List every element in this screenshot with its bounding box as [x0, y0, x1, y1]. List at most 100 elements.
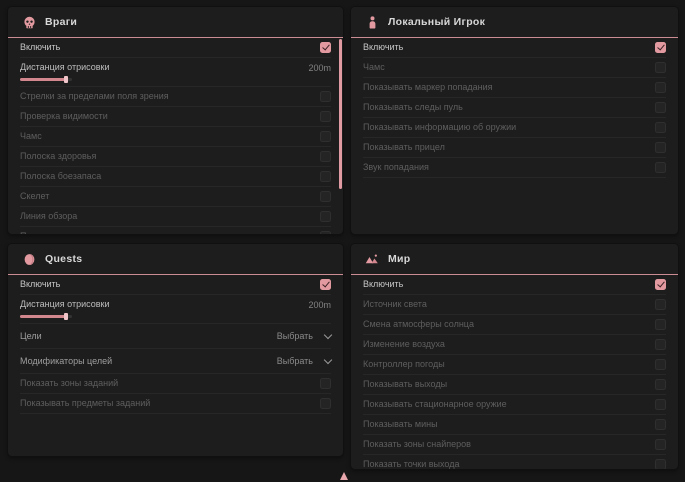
slider[interactable]	[20, 315, 72, 318]
panel-header[interactable]: Локальный Игрок	[351, 7, 678, 38]
select-dropdown[interactable]: Выбрать	[277, 356, 331, 366]
checkbox[interactable]	[320, 279, 331, 290]
setting-row[interactable]: Показывать предметы заданий	[20, 394, 331, 414]
setting-row[interactable]: Показывать следы пуль	[20, 227, 331, 234]
setting-row[interactable]: Включить	[20, 38, 331, 58]
panel-title: Quests	[45, 253, 82, 265]
panel-header[interactable]: Quests	[8, 244, 343, 275]
panel-title: Мир	[388, 253, 411, 265]
panel-header[interactable]: Мир	[351, 244, 678, 275]
setting-row[interactable]: Контроллер погоды	[363, 355, 666, 375]
panel-body: Включить Чамс Показывать маркер попадани…	[351, 38, 678, 178]
checkbox[interactable]	[655, 62, 666, 73]
scrollbar-thumb[interactable]	[339, 39, 342, 189]
setting-row[interactable]: Показывать выходы	[363, 375, 666, 395]
setting-label: Показывать стационарное оружие	[363, 399, 507, 410]
panel-body: Включить Источник света Смена атмосферы …	[351, 275, 678, 469]
checkbox[interactable]	[320, 42, 331, 53]
panel-body: Включить Дистанция отрисовки 200m Цели В…	[8, 275, 343, 414]
setting-label: Включить	[363, 42, 403, 53]
checkbox[interactable]	[320, 171, 331, 182]
setting-row[interactable]: Показывать информацию об оружии	[363, 118, 666, 138]
setting-row[interactable]: Показывать прицел	[363, 138, 666, 158]
checkbox[interactable]	[320, 211, 331, 222]
setting-row[interactable]: Показать точки выхода	[363, 455, 666, 469]
checkbox[interactable]	[655, 42, 666, 53]
setting-row[interactable]: Стрелки за пределами поля зрения	[20, 87, 331, 107]
setting-label: Линия обзора	[20, 211, 77, 222]
checkbox[interactable]	[320, 378, 331, 389]
setting-row[interactable]: Линия обзора	[20, 207, 331, 227]
person-icon	[365, 15, 379, 29]
setting-label: Изменение воздуха	[363, 339, 445, 350]
slider[interactable]	[20, 78, 72, 81]
slider-fill	[20, 78, 66, 81]
setting-label: Полоска здоровья	[20, 151, 96, 162]
checkbox[interactable]	[320, 131, 331, 142]
setting-label: Чамс	[363, 62, 385, 73]
checkbox[interactable]	[320, 111, 331, 122]
setting-row[interactable]: Скелет	[20, 187, 331, 207]
select-label: Модификаторы целей	[20, 356, 112, 367]
setting-label: Включить	[363, 279, 403, 290]
select-row[interactable]: Цели Выбрать	[20, 324, 331, 349]
checkbox[interactable]	[655, 162, 666, 173]
setting-label: Показывать выходы	[363, 379, 447, 390]
setting-row[interactable]: Чамс	[20, 127, 331, 147]
setting-row[interactable]: Включить	[363, 38, 666, 58]
slider-row: Дистанция отрисовки 200m	[20, 58, 331, 87]
setting-label: Чамс	[20, 131, 42, 142]
setting-row[interactable]: Включить	[363, 275, 666, 295]
checkbox[interactable]	[655, 319, 666, 330]
checkbox[interactable]	[655, 359, 666, 370]
slider-row: Дистанция отрисовки 200m	[20, 295, 331, 324]
checkbox[interactable]	[655, 102, 666, 113]
setting-label: Контроллер погоды	[363, 359, 445, 370]
setting-row[interactable]: Полоска боезапаса	[20, 167, 331, 187]
checkbox[interactable]	[320, 151, 331, 162]
slider-label: Дистанция отрисовки	[20, 299, 110, 310]
mountain-icon	[365, 252, 379, 266]
setting-label: Показать точки выхода	[363, 459, 459, 469]
panel-header[interactable]: Враги	[8, 7, 343, 38]
slider-knob[interactable]	[64, 76, 68, 83]
checkbox[interactable]	[655, 142, 666, 153]
checkbox[interactable]	[655, 122, 666, 133]
checkbox[interactable]	[655, 82, 666, 93]
setting-row[interactable]: Изменение воздуха	[363, 335, 666, 355]
setting-row[interactable]: Смена атмосферы солнца	[363, 315, 666, 335]
checkbox[interactable]	[655, 279, 666, 290]
checkbox[interactable]	[655, 339, 666, 350]
setting-row[interactable]: Показать зоны заданий	[20, 374, 331, 394]
checkbox[interactable]	[655, 379, 666, 390]
setting-label: Показать зоны снайперов	[363, 439, 471, 450]
checkbox[interactable]	[655, 419, 666, 430]
setting-label: Звук попадания	[363, 162, 429, 173]
select-current-value: Выбрать	[277, 331, 313, 341]
setting-row[interactable]: Источник света	[363, 295, 666, 315]
setting-row[interactable]: Чамс	[363, 58, 666, 78]
setting-row[interactable]: Включить	[20, 275, 331, 295]
checkbox[interactable]	[320, 91, 331, 102]
checkbox[interactable]	[320, 191, 331, 202]
checkbox[interactable]	[655, 439, 666, 450]
checkbox[interactable]	[655, 399, 666, 410]
checkbox[interactable]	[655, 459, 666, 469]
setting-row[interactable]: Показывать мины	[363, 415, 666, 435]
slider-knob[interactable]	[64, 313, 68, 320]
checkbox[interactable]	[655, 299, 666, 310]
select-dropdown[interactable]: Выбрать	[277, 331, 331, 341]
setting-row[interactable]: Проверка видимости	[20, 107, 331, 127]
skull-icon	[22, 15, 36, 29]
setting-row[interactable]: Полоска здоровья	[20, 147, 331, 167]
setting-row[interactable]: Показывать маркер попадания	[363, 78, 666, 98]
checkbox[interactable]	[320, 231, 331, 234]
setting-row[interactable]: Показывать следы пуль	[363, 98, 666, 118]
select-row[interactable]: Модификаторы целей Выбрать	[20, 349, 331, 374]
setting-row[interactable]: Показывать стационарное оружие	[363, 395, 666, 415]
setting-row[interactable]: Показать зоны снайперов	[363, 435, 666, 455]
setting-row[interactable]: Звук попадания	[363, 158, 666, 178]
chevron-down-icon	[324, 330, 332, 338]
panel-world: Мир Включить Источник света Смена атмосф…	[351, 244, 678, 469]
checkbox[interactable]	[320, 398, 331, 409]
